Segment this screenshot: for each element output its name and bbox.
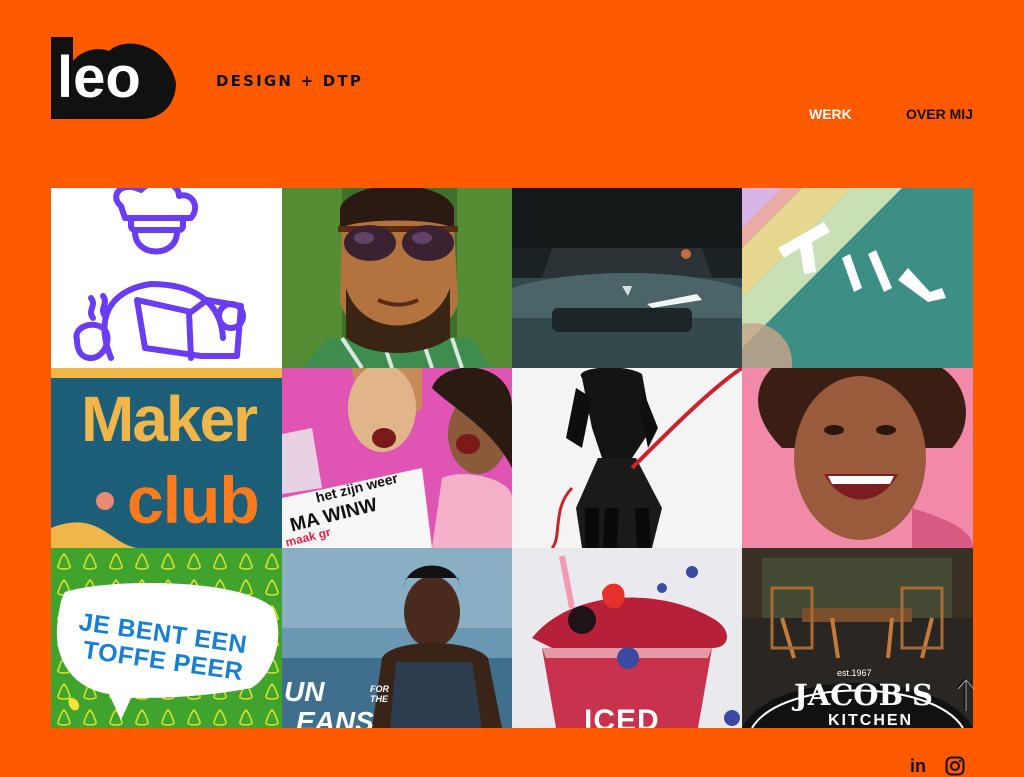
instagram-icon[interactable] bbox=[945, 756, 965, 776]
till-logo-stripes bbox=[742, 188, 973, 368]
tile-polestar-car[interactable] bbox=[512, 188, 742, 368]
portfolio-grid: Maker club het zijn weer MA WINW maak gr bbox=[51, 188, 973, 728]
jacobs-est: est.1967 bbox=[837, 668, 872, 678]
tile-women-shouting[interactable]: het zijn weer MA WINW maak gr bbox=[282, 368, 512, 548]
iced-berry-drink-photo bbox=[512, 548, 742, 728]
maker-club-line2: club bbox=[127, 463, 260, 537]
smiling-woman-photo bbox=[742, 368, 973, 548]
logo-text: leo bbox=[57, 45, 141, 110]
maker-club-line1: Maker bbox=[81, 383, 258, 455]
back-to-top-arrow-icon[interactable] bbox=[954, 676, 976, 712]
runner-line3: EANS bbox=[296, 706, 374, 728]
tile-jacobs-kitchen[interactable]: est.1967 JACOB'S KITCHEN bbox=[742, 548, 973, 728]
tile-maker-club[interactable]: Maker club bbox=[51, 368, 282, 548]
nav-over-mij[interactable]: OVER MIJ bbox=[906, 106, 973, 122]
polestar-car-photo bbox=[512, 188, 742, 368]
tile-black-dog[interactable] bbox=[512, 368, 742, 548]
man-sunglasses-photo bbox=[282, 188, 512, 368]
runner-line1: UN bbox=[284, 676, 325, 707]
black-dog-leash-photo bbox=[512, 368, 742, 548]
main-nav: WERK OVER MIJ bbox=[0, 106, 1024, 126]
tile-iced-drink[interactable]: ICED bbox=[512, 548, 742, 728]
runner-line2: FOR THE bbox=[370, 684, 389, 704]
iced-label: ICED bbox=[584, 704, 660, 728]
tile-man-sunglasses[interactable] bbox=[282, 188, 512, 368]
tile-runner-oceans[interactable]: UN FOR THE EANS bbox=[282, 548, 512, 728]
tagline: DESIGN + DTP bbox=[216, 72, 364, 90]
tile-reading-boy[interactable] bbox=[51, 188, 282, 368]
social-links: in bbox=[0, 752, 1024, 776]
nav-werk[interactable]: WERK bbox=[809, 106, 852, 122]
tile-smiling-woman[interactable] bbox=[742, 368, 973, 548]
linkedin-icon[interactable]: in bbox=[910, 756, 926, 777]
tile-till-logo[interactable] bbox=[742, 188, 973, 368]
jacobs-kitchen: KITCHEN bbox=[828, 712, 914, 728]
jacobs-name: JACOB'S bbox=[794, 678, 933, 712]
reading-boy-illustration bbox=[73, 188, 246, 361]
tile-toffe-peer[interactable]: JE BENT EEN TOFFE PEER bbox=[51, 548, 282, 728]
